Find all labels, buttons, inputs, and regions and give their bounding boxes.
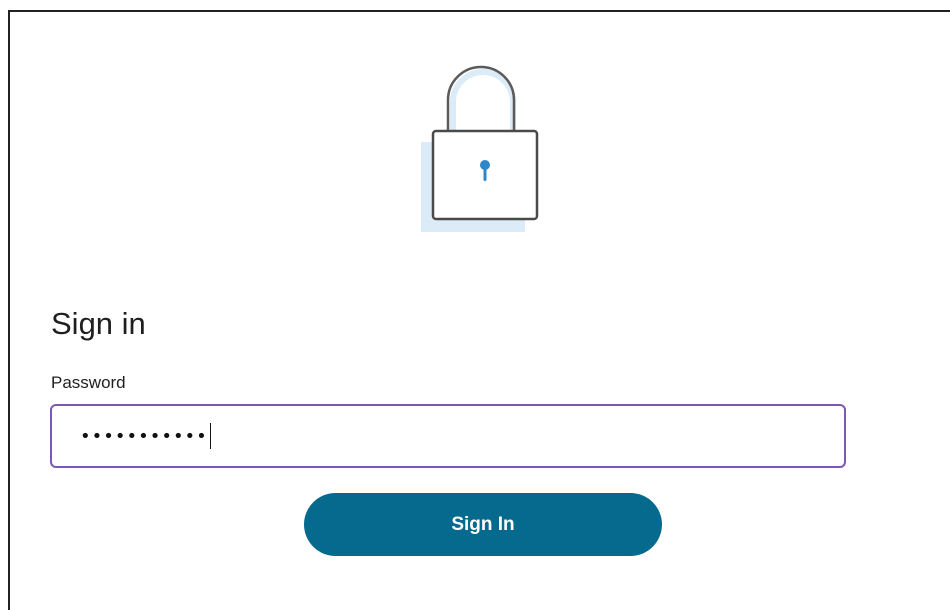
password-field[interactable]: •••••••••••: [50, 404, 846, 468]
password-label: Password: [51, 373, 126, 392]
padlock-icon: [415, 62, 545, 242]
text-caret: [209, 423, 212, 449]
sign-in-button[interactable]: Sign In: [304, 493, 662, 556]
password-value: •••••••••••: [80, 425, 208, 447]
page-title: Sign in: [51, 306, 146, 341]
